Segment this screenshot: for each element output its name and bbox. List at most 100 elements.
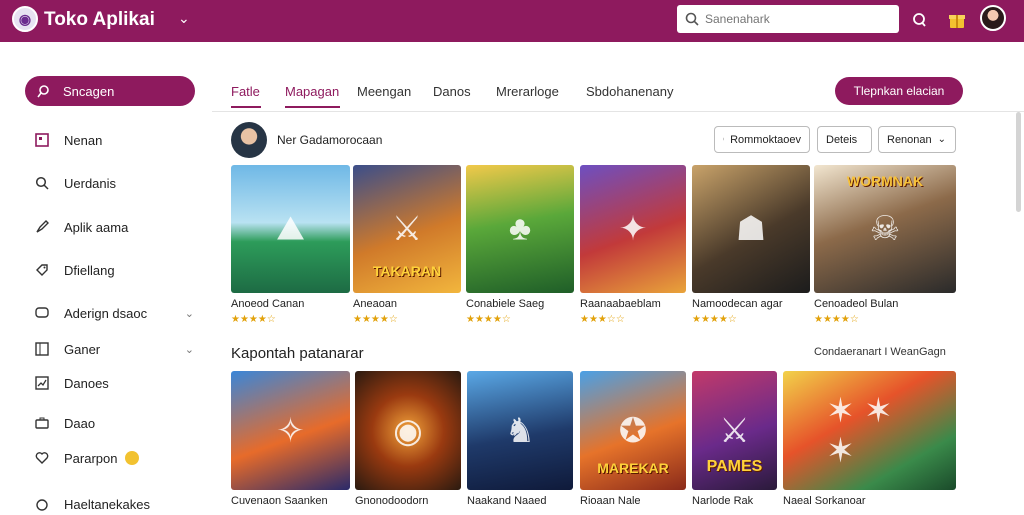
help-icon[interactable] (906, 7, 932, 33)
rating-stars: ★★★★☆ (814, 314, 859, 325)
app-name[interactable]: Raanaabaeblam (580, 298, 661, 310)
search-box[interactable] (677, 5, 899, 33)
app-thumbnail[interactable]: ✦ (580, 165, 686, 293)
tab-sbdohanenany[interactable]: Sbdohanenany (586, 84, 673, 99)
app-thumbnail[interactable]: WORMNAK ☠ (814, 165, 956, 293)
sidebar-primary-button[interactable]: Sncagen (25, 76, 195, 106)
developer-avatar[interactable] (231, 122, 267, 158)
sort-button[interactable]: Rommoktaoev (714, 126, 810, 153)
search-icon (685, 12, 699, 26)
sidebar-primary-label: Sncagen (63, 83, 115, 99)
team-icon: ✶ ✶ ✶ (826, 391, 893, 470)
tab-danos[interactable]: Danos (433, 84, 471, 99)
chevron-down-icon[interactable]: ⌄ (185, 307, 194, 320)
sidebar-item-label: Aderign dsaoc (64, 305, 148, 321)
sidebar-item-label: Haeltanekakes (64, 496, 150, 512)
app-thumbnail[interactable]: ✶ ✶ ✶ (783, 371, 956, 490)
sidebar-item-aplikaama[interactable]: Aplik aama (34, 216, 194, 238)
app-name[interactable]: Naeal Sorkanoar (783, 495, 866, 507)
sidebar-item-label: Pararpon (64, 450, 118, 466)
sidebar-item-label: Ganer (64, 341, 101, 357)
gift-icon[interactable] (944, 7, 970, 33)
rating-stars: ★★★★☆ (466, 314, 511, 325)
app-thumbnail[interactable]: ⚔ PAMES (692, 371, 777, 490)
app-thumbnail[interactable]: ✧ (231, 371, 350, 490)
details-button[interactable]: Deteis (817, 126, 872, 153)
chat-icon (34, 305, 50, 321)
dragon-icon: ☠ (869, 210, 901, 248)
developer-name[interactable]: Ner Gadamorocaan (277, 133, 382, 147)
fighter-icon: ☗ (735, 210, 767, 248)
section-title: Kapontah patanarar (231, 345, 364, 362)
app-name[interactable]: Rioaan Nale (580, 495, 641, 507)
section-link[interactable]: Condaeranart I WeanGagn (814, 346, 946, 358)
app-banner-text: TAKARAN (372, 263, 442, 279)
app-name[interactable]: Conabiele Saeg (466, 298, 544, 310)
sidebar-item-ganer[interactable]: Ganer ⌄ (34, 338, 194, 360)
tab-indicator (285, 106, 340, 108)
sidebar-item-label: Dfiellang (64, 262, 115, 278)
ninja-icon: ◉ (393, 411, 423, 450)
scrollbar[interactable] (1016, 112, 1021, 212)
sidebar-item-danoes[interactable]: Danoes (34, 372, 194, 394)
region-label: Renonan (887, 133, 932, 146)
grid-icon (34, 341, 50, 357)
app-banner-text: MAREKAR (597, 460, 669, 476)
hero-icon: ✧ (276, 411, 305, 450)
app-title[interactable]: Toko Aplikai (44, 9, 155, 31)
sidebar-item-nenan[interactable]: Nenan (34, 129, 194, 151)
sidebar-item-label: Daao (64, 415, 96, 431)
sidebar-item-dfiellang[interactable]: Dfiellang (34, 259, 194, 281)
app-logo-icon[interactable]: ◉ (12, 6, 38, 32)
app-thumbnail[interactable]: ♞ (467, 371, 573, 490)
chevron-down-icon: ⌄ (937, 134, 947, 145)
app-thumbnail[interactable]: ◉ (355, 371, 461, 490)
app-name[interactable]: Anoeod Canan (231, 298, 304, 310)
tag-icon (34, 262, 50, 278)
sidebar-item-pararpon[interactable]: Pararpon (34, 447, 194, 469)
install-button[interactable]: Tlepnkan elacian (835, 77, 963, 105)
creature-icon: ♣ (508, 209, 532, 248)
app-name[interactable]: Cenoadeol Bulan (814, 298, 898, 310)
circle-icon (34, 496, 50, 512)
sidebar-item-label: Nenan (64, 132, 103, 148)
warrior-icon: ⚔ (719, 411, 750, 450)
details-label: Deteis (826, 133, 858, 146)
app-thumbnail[interactable]: ✪ MAREKAR (580, 371, 686, 490)
sidebar-item-label: Danoes (64, 375, 109, 391)
chevron-down-icon[interactable]: ⌄ (185, 343, 194, 356)
rating-stars: ★★★★☆ (231, 314, 276, 325)
app-name[interactable]: Namoodecan agar (692, 298, 783, 310)
app-name[interactable]: Gnonodoodorn (355, 495, 428, 507)
user-avatar[interactable] (980, 5, 1006, 31)
app-thumbnail[interactable]: ⚔ TAKARAN (353, 165, 461, 293)
tab-meengan[interactable]: Meengan (357, 84, 411, 99)
active-tab-indicator (231, 106, 261, 108)
search-icon (37, 85, 49, 98)
top-bar: ◉ Toko Aplikai ⌄ (0, 0, 1024, 42)
app-name[interactable]: Narlode Rak (692, 495, 753, 507)
app-thumbnail[interactable]: ⛰ (231, 165, 350, 293)
app-banner-text: WORMNAK (846, 173, 924, 189)
warrior-icon: ⚔ (391, 210, 423, 248)
app-name[interactable]: Cuvenaon Saanken (231, 495, 328, 507)
rating-stars: ★★★★☆ (692, 314, 737, 325)
chevron-down-icon[interactable]: ⌄ (178, 10, 190, 27)
sidebar-item-aderign[interactable]: Aderign dsaoc ⌄ (34, 302, 194, 324)
heart-icon (34, 450, 50, 466)
app-thumbnail[interactable]: ♣ (466, 165, 574, 293)
app-thumbnail[interactable]: ☗ (692, 165, 810, 293)
search-input[interactable] (705, 12, 885, 26)
tab-fatle[interactable]: Fatle (231, 84, 260, 99)
sidebar-item-uerdanis[interactable]: Uerdanis (34, 172, 194, 194)
briefcase-icon (34, 415, 50, 431)
chart-icon (34, 375, 50, 391)
tab-mapagan[interactable]: Mapagan (285, 84, 339, 99)
search-icon (34, 175, 50, 191)
search-icon (723, 136, 725, 141)
app-name[interactable]: Naakand Naaed (467, 495, 547, 507)
app-name[interactable]: Aneaoan (353, 298, 397, 310)
sidebar-item-daao[interactable]: Daao (34, 412, 194, 434)
tab-mrerarloge[interactable]: Mrerarloge (496, 84, 559, 99)
region-dropdown[interactable]: Renonan ⌄ (878, 126, 956, 153)
